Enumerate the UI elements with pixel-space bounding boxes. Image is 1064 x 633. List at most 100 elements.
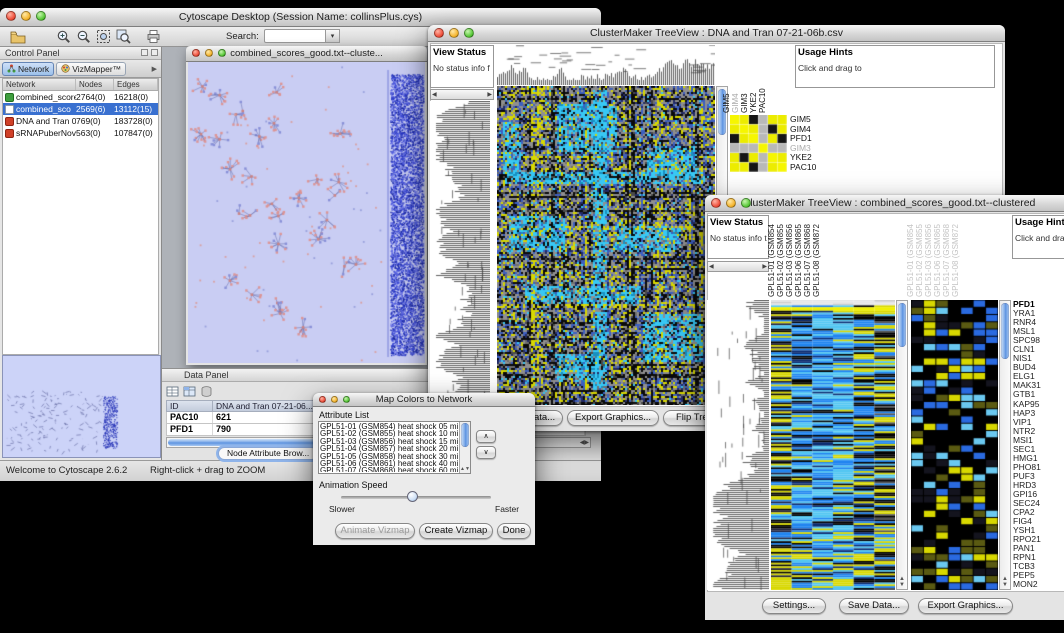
printer-icon[interactable] <box>146 29 162 45</box>
row-dendrogram[interactable] <box>707 300 769 590</box>
minimize-button[interactable] <box>726 198 736 208</box>
gene-label[interactable]: MAK31 <box>1013 381 1064 390</box>
gene-label[interactable]: CPA2 <box>1013 508 1064 517</box>
close-button[interactable] <box>711 198 721 208</box>
gene-label[interactable]: PAN1 <box>1013 544 1064 553</box>
attribute-list-item[interactable]: GPL51-06 (GSM861) heat shock 40 min <box>320 460 458 467</box>
export-graphics-button[interactable]: Export Graphics... <box>918 598 1013 614</box>
zoom-button[interactable] <box>464 28 474 38</box>
network-view-titlebar[interactable]: combined_scores_good.txt--cluste... <box>186 46 427 62</box>
node-attribute-browser-button[interactable]: Node Attribute Brow... <box>218 447 318 460</box>
move-up-button[interactable]: ∧ <box>476 430 496 443</box>
scrollbar-arrows[interactable]: ◀▶ <box>580 439 589 446</box>
attribute-list-item[interactable]: GPL51-02 (GSM855) heat shock 10 min <box>320 430 458 437</box>
gene-label[interactable]: MSL1 <box>1013 327 1064 336</box>
selected-cluster-matrix[interactable] <box>730 115 787 172</box>
gene-label[interactable]: YSH1 <box>1013 526 1064 535</box>
tab-overflow-arrow[interactable]: ▶ <box>152 65 159 73</box>
row-dendrogram[interactable] <box>430 101 490 405</box>
gene-label[interactable]: PHO81 <box>1013 463 1064 472</box>
zoom-button[interactable] <box>343 396 350 403</box>
scrollbar-arrows[interactable]: ▲▼ <box>460 467 470 472</box>
gene-label[interactable]: SEC24 <box>1013 499 1064 508</box>
birdseye-view[interactable] <box>2 355 161 458</box>
attribute-list-item[interactable]: GPL51-07 (GSM868) heat shock 60 min <box>320 467 458 472</box>
database-icon[interactable] <box>200 385 213 398</box>
gene-label[interactable]: PEP5 <box>1013 571 1064 580</box>
gene-label[interactable]: HRD3 <box>1013 481 1064 490</box>
scrollbar-thumb[interactable] <box>1001 303 1009 359</box>
gene-label[interactable]: MON2 <box>1013 580 1064 589</box>
save-data-button[interactable]: Save Data... <box>839 598 909 614</box>
zoom-button[interactable] <box>36 11 46 21</box>
scroll-left-icon[interactable]: ◀ <box>432 91 437 98</box>
gene-label[interactable]: SEC1 <box>1013 445 1064 454</box>
gene-label[interactable]: RNR4 <box>1013 318 1064 327</box>
dendrogram-hscrollbar[interactable]: ◀ ▶ <box>430 89 494 100</box>
minimize-button[interactable] <box>21 11 31 21</box>
zoom-out-icon[interactable] <box>76 29 92 45</box>
network-canvas[interactable] <box>188 62 425 363</box>
zoom-selected-icon[interactable] <box>116 29 132 45</box>
gene-label[interactable]: MSI1 <box>1013 436 1064 445</box>
treeview-titlebar[interactable]: ClusterMaker TreeView : combined_scores_… <box>705 195 1064 212</box>
move-down-button[interactable]: ∨ <box>476 446 496 459</box>
gene-label[interactable]: TCB3 <box>1013 562 1064 571</box>
scrollbar-arrows[interactable]: ▲▼ <box>1000 576 1010 588</box>
treeview-titlebar[interactable]: ClusterMaker TreeView : DNA and Tran 07-… <box>428 25 1005 42</box>
network-row[interactable]: combined_scores 2764(0) 16218(0) <box>3 91 158 103</box>
open-folder-icon[interactable] <box>10 29 26 45</box>
close-button[interactable] <box>434 28 444 38</box>
dialog-titlebar[interactable]: Map Colors to Network <box>313 393 535 407</box>
gene-label[interactable]: FIG4 <box>1013 517 1064 526</box>
network-row[interactable]: DNA and Tran 07 769(0) 183728(0) <box>3 115 158 127</box>
attribute-list-item[interactable]: GPL51-03 (GSM856) heat shock 15 min <box>320 438 458 445</box>
scroll-left-icon[interactable]: ◀ <box>709 263 714 270</box>
gene-label[interactable]: RPN1 <box>1013 553 1064 562</box>
attribute-grid-icon[interactable] <box>183 385 196 398</box>
gene-label[interactable]: RPO21 <box>1013 535 1064 544</box>
heatmap-canvas[interactable] <box>497 86 715 405</box>
gene-label[interactable]: YRA1 <box>1013 309 1064 318</box>
create-vizmap-button[interactable]: Create Vizmap <box>419 523 493 539</box>
minimize-button[interactable] <box>331 396 338 403</box>
slider-thumb[interactable] <box>407 491 418 502</box>
search-dropdown-button[interactable]: ▾ <box>326 29 340 43</box>
scrollbar-thumb[interactable] <box>461 423 469 447</box>
dendrogram-hscrollbar[interactable]: ◀ ▶ <box>707 261 769 272</box>
float-panel-icon[interactable] <box>141 49 148 56</box>
done-button[interactable]: Done <box>497 523 531 539</box>
column-dendrogram[interactable] <box>497 45 715 85</box>
animate-vizmap-button[interactable]: Animate Vizmap <box>335 523 415 539</box>
zoom-in-icon[interactable] <box>56 29 72 45</box>
close-button[interactable] <box>192 49 200 57</box>
zoom-heatmap-canvas[interactable] <box>911 300 998 590</box>
scrollbar-arrows[interactable]: ▲▼ <box>897 576 907 588</box>
tab-network[interactable]: Network <box>2 62 54 76</box>
gene-label[interactable]: CLN1 <box>1013 345 1064 354</box>
gene-label[interactable]: ELG1 <box>1013 372 1064 381</box>
gene-label[interactable]: KAP95 <box>1013 400 1064 409</box>
heatmap-vscrollbar[interactable]: ▲▼ <box>896 300 908 590</box>
export-graphics-button[interactable]: Export Graphics... <box>567 410 659 426</box>
animation-speed-slider[interactable] <box>341 491 491 503</box>
gene-label[interactable]: PFD1 <box>1013 300 1064 309</box>
gene-label[interactable]: GPI16 <box>1013 490 1064 499</box>
zoom-button[interactable] <box>741 198 751 208</box>
minimize-button[interactable] <box>205 49 213 57</box>
tab-vizmapper[interactable]: VizMapper™ <box>56 62 126 76</box>
zoom-button[interactable] <box>218 49 226 57</box>
close-button[interactable] <box>6 11 16 21</box>
gene-label[interactable]: GTB1 <box>1013 390 1064 399</box>
list-vscrollbar[interactable]: ▲▼ <box>459 422 470 473</box>
gene-label[interactable]: PUF3 <box>1013 472 1064 481</box>
gene-label[interactable]: HAP3 <box>1013 409 1064 418</box>
close-panel-icon[interactable] <box>151 49 158 56</box>
gene-label[interactable]: SPC98 <box>1013 336 1064 345</box>
gene-label[interactable]: HMG1 <box>1013 454 1064 463</box>
gene-label[interactable]: NTR2 <box>1013 427 1064 436</box>
network-row[interactable]: sRNAPuberNov2 563(0) 107847(0) <box>3 127 158 139</box>
attribute-list-item[interactable]: GPL51-01 (GSM854) heat shock 05 min <box>320 423 458 430</box>
network-row-selected[interactable]: combined_sco 2569(6) 13112(15) <box>3 103 158 115</box>
table-icon[interactable] <box>166 385 179 398</box>
